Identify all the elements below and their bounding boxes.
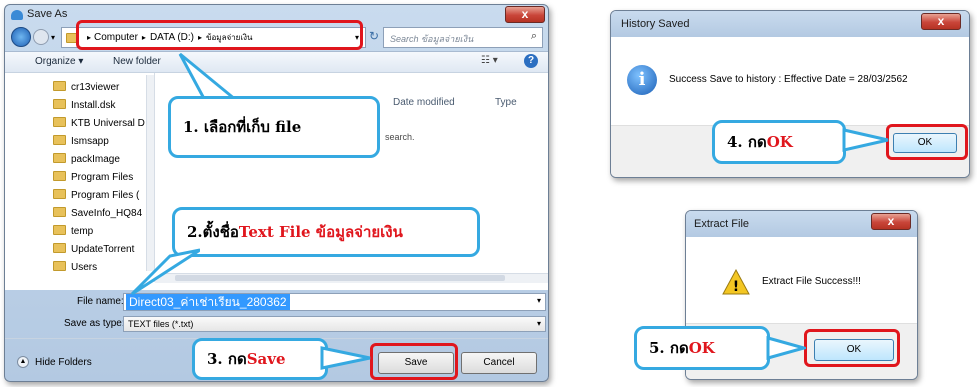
address-bar-highlight [76, 20, 363, 50]
save-as-type-label: Save as type: [64, 318, 125, 329]
callout-step-5: 5. กด OK [634, 326, 770, 370]
callout-step-4-prefix: 4. กด [727, 133, 767, 151]
toolbar [5, 51, 548, 73]
tree-item-packimage[interactable]: packImage [53, 151, 154, 169]
history-title: History Saved [621, 18, 690, 30]
tree-item-label: Ismsapp [71, 136, 109, 147]
tree-item-label: cr13viewer [71, 82, 120, 93]
folder-icon [53, 153, 66, 163]
empty-folder-text: search. [385, 132, 415, 142]
chevron-down-icon: ▾ [536, 319, 541, 328]
tree-item-temp[interactable]: temp [53, 223, 154, 241]
callout-pointer-3 [320, 346, 371, 370]
callout-step-3-prefix: 3. กด [207, 350, 247, 368]
callout-step-1-text: 1. เลือกที่เก็บ file [183, 118, 302, 136]
folder-icon [53, 189, 66, 199]
callout-step-2-prefix: 2.ตั้งชื่อ [187, 223, 239, 241]
folder-icon [53, 225, 66, 235]
callout-step-4-highlight: OK [766, 133, 793, 151]
history-ok-highlight [886, 124, 968, 160]
cancel-button[interactable]: Cancel [461, 352, 537, 374]
tree-item-label: KTB Universal D [71, 118, 145, 129]
folder-icon [53, 171, 66, 181]
hide-folders-button[interactable]: Hide Folders [35, 357, 92, 368]
tree-item-label: packImage [71, 154, 120, 165]
column-header-type[interactable]: Type [495, 97, 517, 108]
chevron-down-icon[interactable]: ▾ [51, 33, 55, 42]
tree-item-saveinfo[interactable]: SaveInfo_HQ84 [53, 205, 154, 223]
callout-step-1: 1. เลือกที่เก็บ file [168, 96, 380, 158]
forward-button[interactable] [33, 29, 49, 45]
extract-message: Extract File Success!!! [762, 276, 861, 287]
app-icon [11, 10, 23, 20]
window-title: Save As [27, 8, 68, 20]
callout-step-2-highlight: Text File ข้อมูลจ่ายเงิน [238, 223, 403, 241]
history-message: Success Save to history : Effective Date… [669, 74, 908, 85]
column-header-date-modified[interactable]: Date modified [393, 97, 455, 108]
extract-close-button[interactable]: x [871, 213, 911, 230]
callout-pointer-4 [842, 128, 889, 152]
search-icon: ⌕ [530, 30, 537, 42]
callout-step-3: 3. กด Save [192, 338, 328, 380]
callout-step-2: 2.ตั้งชื่อ Text File ข้อมูลจ่ายเงิน [172, 207, 480, 257]
close-icon: x [937, 14, 945, 28]
tree-item-install-dsk[interactable]: Install.dsk [53, 97, 154, 115]
organize-menu[interactable]: Organize ▾ [35, 56, 83, 67]
refresh-icon[interactable]: ↻ [369, 29, 379, 43]
warning-icon: ! [722, 269, 750, 295]
file-name-label: File name: [77, 296, 124, 307]
tree-item-label: temp [71, 226, 94, 237]
tree-item-label: SaveInfo_HQ84 [71, 208, 143, 219]
save-as-type-select[interactable]: TEXT files (*.txt) ▾ [123, 316, 546, 332]
callout-pointer-5 [766, 336, 806, 360]
tree-scrollbar[interactable] [146, 75, 154, 271]
save-button-highlight [370, 343, 458, 380]
cancel-label: Cancel [483, 357, 515, 368]
tree-item-label: Install.dsk [71, 100, 116, 111]
tree-item-label: Program Files ( [71, 190, 140, 201]
tree-item-label: UpdateTorrent [71, 244, 135, 255]
tree-item-cr13viewer[interactable]: cr13viewer [53, 79, 154, 97]
save-as-window: Save As x ▾ ▸ Computer ▸ DATA (D:) ▸ ข้อ… [4, 4, 549, 382]
info-icon: i [627, 65, 657, 95]
callout-step-4: 4. กด OK [712, 120, 846, 164]
file-name-dropdown-icon[interactable]: ▾ [537, 296, 541, 305]
callout-step-5-highlight: OK [688, 339, 715, 357]
hide-folders-icon[interactable]: ▲ [17, 356, 29, 368]
folder-icon [53, 99, 66, 109]
folder-icon [53, 207, 66, 217]
folder-icon [53, 261, 66, 271]
folder-icon [53, 243, 66, 253]
view-options-icon[interactable]: ☷ ▾ [481, 55, 498, 66]
history-close-button[interactable]: x [921, 13, 961, 30]
folder-icon [53, 81, 66, 91]
tree-item-program-files-x86[interactable]: Program Files ( [53, 187, 154, 205]
tree-item-label: Program Files [71, 172, 134, 183]
tree-item-ismsapp[interactable]: Ismsapp [53, 133, 154, 151]
folder-icon [53, 117, 66, 127]
folder-icon [53, 135, 66, 145]
extract-title: Extract File [694, 218, 750, 230]
close-icon: x [887, 214, 895, 228]
tree-item-ktb-universal[interactable]: KTB Universal D [53, 115, 154, 133]
close-button[interactable]: x [505, 6, 545, 23]
callout-step-3-highlight: Save [246, 350, 286, 368]
tree-item-program-files[interactable]: Program Files [53, 169, 154, 187]
extract-ok-highlight [804, 329, 900, 367]
callout-pointer-2 [130, 248, 200, 296]
search-input[interactable]: Search ข้อมูลจ่ายเงิน ⌕ [383, 27, 543, 48]
tree-item-label: Users [71, 262, 98, 273]
back-button[interactable] [11, 27, 31, 47]
new-folder-button[interactable]: New folder [113, 56, 161, 67]
save-as-type-value: TEXT files (*.txt) [128, 319, 194, 329]
horizontal-scrollbar-thumb[interactable] [175, 275, 505, 281]
close-icon: x [521, 7, 529, 21]
help-icon[interactable]: ? [524, 54, 538, 68]
callout-step-5-prefix: 5. กด [649, 339, 689, 357]
search-placeholder: Search ข้อมูลจ่ายเงิน [390, 34, 474, 44]
svg-text:!: ! [733, 279, 739, 295]
